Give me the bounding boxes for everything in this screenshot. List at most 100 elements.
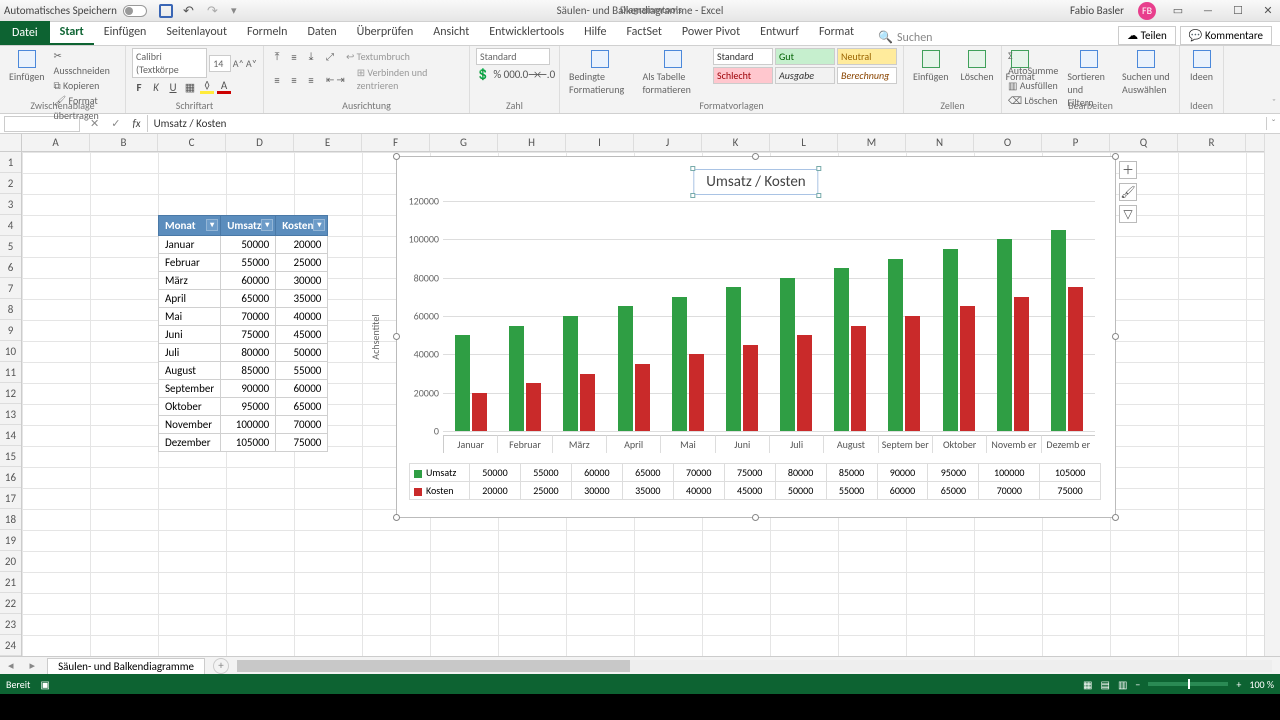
row-header[interactable]: 7: [0, 278, 21, 299]
table-cell[interactable]: 65000: [276, 398, 328, 416]
user-name[interactable]: Fabio Basler: [1070, 4, 1124, 17]
font-color-icon[interactable]: A: [217, 80, 231, 94]
italic-icon[interactable]: K: [149, 80, 163, 94]
row-header[interactable]: 23: [0, 614, 21, 635]
ribbon-tab-power pivot[interactable]: Power Pivot: [672, 21, 750, 45]
sheet-nav-prev-icon[interactable]: ◂: [0, 659, 22, 672]
ribbon-tab-format[interactable]: Format: [809, 21, 864, 45]
merge-button[interactable]: ⊞ Verbinden und zentrieren: [357, 66, 463, 92]
table-cell[interactable]: 25000: [276, 254, 328, 272]
delete-cells-button[interactable]: Löschen: [958, 48, 997, 85]
ribbon-tab-start[interactable]: Start: [50, 21, 94, 45]
align-middle-icon[interactable]: ≡: [287, 50, 301, 64]
orientation-icon[interactable]: ⤢: [326, 50, 334, 63]
border-icon[interactable]: ▦: [183, 80, 197, 94]
select-all-corner[interactable]: [0, 134, 22, 152]
ribbon-tab-einfügen[interactable]: Einfügen: [94, 21, 157, 45]
table-cell[interactable]: April: [159, 290, 221, 308]
cell-style-ausgabe[interactable]: Ausgabe: [775, 67, 835, 84]
font-name-combo[interactable]: Calibri (Textkörpe: [132, 48, 207, 78]
align-top-icon[interactable]: ⤒: [270, 50, 284, 64]
avatar[interactable]: FB: [1138, 2, 1156, 20]
table-cell[interactable]: 30000: [276, 272, 328, 290]
resize-handle[interactable]: [1112, 153, 1119, 160]
row-header[interactable]: 8: [0, 299, 21, 320]
legend-entry[interactable]: Kosten: [410, 482, 470, 500]
resize-handle[interactable]: [1112, 514, 1119, 521]
col-header[interactable]: O: [974, 134, 1042, 151]
conditional-formatting-button[interactable]: Bedingte Formatierung: [566, 48, 633, 98]
ribbon-tab-daten[interactable]: Daten: [297, 21, 346, 45]
page-break-view-icon[interactable]: ▥: [1118, 678, 1127, 691]
autosave-toggle[interactable]: [123, 5, 147, 17]
table-cell[interactable]: 70000: [276, 416, 328, 434]
table-cell[interactable]: 80000: [221, 344, 276, 362]
chart-filters-icon[interactable]: ▽: [1119, 205, 1137, 223]
table-cell[interactable]: 20000: [276, 236, 328, 254]
row-header[interactable]: 20: [0, 551, 21, 572]
ribbon-tab-überprüfen[interactable]: Überprüfen: [347, 21, 424, 45]
bar-kosten[interactable]: [526, 383, 541, 431]
bar-kosten[interactable]: [797, 335, 812, 431]
table-cell[interactable]: 75000: [276, 434, 328, 452]
normal-view-icon[interactable]: ▦: [1083, 678, 1092, 691]
table-cell[interactable]: 75000: [221, 326, 276, 344]
table-cell[interactable]: Juni: [159, 326, 221, 344]
vertical-scrollbar[interactable]: [1264, 134, 1280, 656]
sheet-nav-next-icon[interactable]: ▸: [22, 659, 44, 672]
bar-kosten[interactable]: [580, 374, 595, 432]
bold-icon[interactable]: F: [132, 80, 146, 94]
fill-color-icon[interactable]: ◊: [200, 80, 214, 94]
qat-customize-icon[interactable]: ▾: [231, 4, 237, 18]
col-header[interactable]: K: [702, 134, 770, 151]
table-cell[interactable]: 45000: [276, 326, 328, 344]
table-header[interactable]: Monat▾: [159, 216, 221, 236]
bar-kosten[interactable]: [905, 316, 920, 431]
row-header[interactable]: 13: [0, 404, 21, 425]
bar-kosten[interactable]: [743, 345, 758, 431]
table-cell[interactable]: 105000: [221, 434, 276, 452]
table-cell[interactable]: Mai: [159, 308, 221, 326]
insert-cells-button[interactable]: Einfügen: [910, 48, 952, 85]
row-header[interactable]: 11: [0, 362, 21, 383]
zoom-slider[interactable]: [1148, 682, 1228, 686]
collapse-ribbon-icon[interactable]: ˇ: [1272, 96, 1276, 109]
col-header[interactable]: H: [498, 134, 566, 151]
row-header[interactable]: 19: [0, 530, 21, 551]
row-header[interactable]: 9: [0, 320, 21, 341]
row-header[interactable]: 15: [0, 446, 21, 467]
row-header[interactable]: 10: [0, 341, 21, 362]
col-header[interactable]: B: [90, 134, 158, 151]
bar-kosten[interactable]: [1014, 297, 1029, 431]
table-cell[interactable]: 90000: [221, 380, 276, 398]
formula-input[interactable]: Umsatz / Kosten: [147, 115, 1266, 132]
cell-style-berechnung[interactable]: Berechnung: [837, 67, 897, 84]
col-header[interactable]: N: [906, 134, 974, 151]
fx-icon[interactable]: fx: [126, 117, 146, 130]
table-cell[interactable]: Januar: [159, 236, 221, 254]
table-cell[interactable]: März: [159, 272, 221, 290]
maximize-icon[interactable]: ☐: [1230, 4, 1246, 17]
legend-entry[interactable]: Umsatz: [410, 464, 470, 482]
plot-area[interactable]: 020000400006000080000100000120000: [443, 201, 1095, 431]
cell-style-neutral[interactable]: Neutral: [837, 48, 897, 65]
indent-decrease-icon[interactable]: ⇤: [326, 73, 334, 86]
resize-handle[interactable]: [393, 153, 400, 160]
chart-object[interactable]: ＋ 🖌 ▽ Umsatz / Kosten Achsentitel 020000…: [396, 156, 1116, 518]
bar-umsatz[interactable]: [997, 239, 1012, 431]
bar-kosten[interactable]: [851, 326, 866, 431]
search-placeholder[interactable]: Suchen: [897, 31, 932, 45]
paste-button[interactable]: Einfügen: [6, 48, 48, 85]
autosum-button[interactable]: Σ AutoSumme: [1008, 48, 1058, 78]
resize-handle[interactable]: [752, 514, 759, 521]
ribbon-tab-factset[interactable]: FactSet: [616, 21, 671, 45]
y-axis-title[interactable]: Achsentitel: [369, 314, 382, 359]
row-header[interactable]: 3: [0, 194, 21, 215]
zoom-out-icon[interactable]: −: [1135, 678, 1140, 691]
bar-umsatz[interactable]: [509, 326, 524, 431]
filter-dropdown-icon[interactable]: ▾: [313, 219, 325, 231]
resize-handle[interactable]: [393, 514, 400, 521]
col-header[interactable]: R: [1178, 134, 1246, 151]
ribbon-tab-entwurf[interactable]: Entwurf: [750, 21, 809, 45]
chart-title[interactable]: Umsatz / Kosten: [693, 169, 818, 195]
